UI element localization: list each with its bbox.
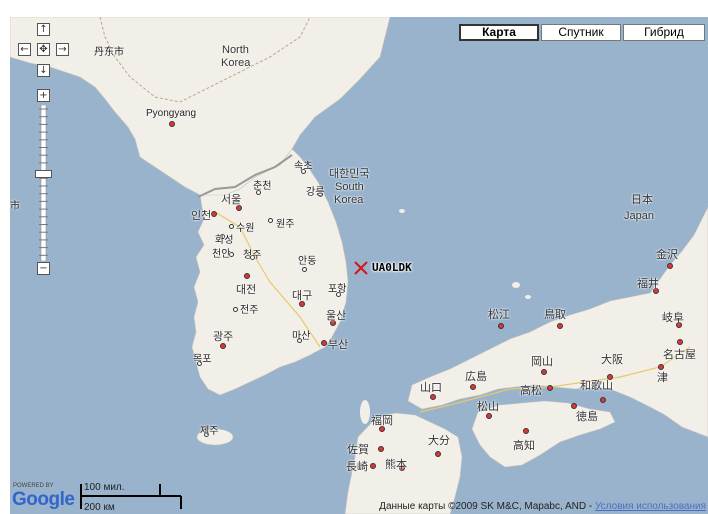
label-jeonju: 전주 [240,305,259,316]
label-matsuyama: 松山 [477,401,499,413]
label-dandong: 丹东市 [94,47,124,58]
city-matsue[interactable] [498,323,504,329]
label-saga: 佐賀 [347,444,369,456]
city-okayama[interactable] [541,369,547,375]
label-nagoya: 名古屋 [663,349,696,361]
map-type-map-button[interactable]: Карта [459,24,539,41]
label-ulsan: 울산 [326,310,347,322]
label-masan: 마산 [292,331,311,342]
label-tsu: 津 [657,372,668,384]
pan-left-button[interactable]: ← [18,43,31,56]
google-logo[interactable]: Google [12,489,75,511]
label-cheonan: 천안 [212,249,231,260]
label-fukuoka: 福岡 [371,415,393,427]
label-gifu: 岐阜 [662,312,684,324]
label-south-korea-1: South [335,181,364,193]
label-busan: 부산 [328,339,349,351]
label-cheongju: 청주 [243,250,262,261]
label-matsue: 松江 [488,309,510,321]
zoom-ticks [39,104,48,262]
city-oita[interactable] [435,451,441,457]
town-jeonju[interactable] [233,307,238,312]
zoom-slider-thumb[interactable] [35,170,52,179]
city-pyongyang[interactable] [169,121,175,127]
zoom-slider-track[interactable] [35,104,52,262]
label-okayama: 岡山 [531,356,553,368]
label-fukui: 福井 [637,278,659,290]
label-yamaguchi: 山口 [420,382,442,394]
label-china-edge: 市 [10,201,20,212]
label-gangneung: 강릉 [306,187,325,198]
land-islet-1 [399,209,405,213]
city-saga[interactable] [378,446,384,452]
pan-down-button[interactable]: ↓ [37,64,50,77]
label-hiroshima: 広島 [465,371,487,383]
pan-right-button[interactable]: → [56,43,69,56]
city-takamatsu[interactable] [547,385,553,391]
label-takamatsu: 高松 [520,385,542,397]
label-japan-native: 日本 [631,194,653,206]
city-kochi[interactable] [523,428,529,434]
label-kanazawa: 金沢 [656,249,678,261]
label-oita: 大分 [428,435,450,447]
label-kumamoto: 熊本 [385,459,407,471]
label-jeju: 제주 [200,426,219,437]
city-nagoya[interactable] [677,339,683,345]
copyright-data: Данные карты ©2009 SK M&C, Mapabc, AND - [379,501,595,512]
pan-up-button[interactable]: ↑ [37,23,50,36]
city-hiroshima[interactable] [470,384,476,390]
city-busan[interactable] [321,340,327,346]
label-south-korea-native: 대한민국 [329,168,370,180]
town-suwon[interactable] [229,224,234,229]
label-daegu: 대구 [292,290,313,302]
label-andong: 안동 [298,256,317,267]
city-wakayama[interactable] [600,397,606,403]
label-incheon: 인천 [191,210,212,222]
zoom-out-button[interactable]: − [37,262,50,275]
label-north-korea-2: Korea [221,57,251,69]
label-kochi: 高知 [513,440,535,452]
city-kanazawa[interactable] [667,263,673,269]
copyright-text: Данные карты ©2009 SK M&C, Mapabc, AND -… [379,501,706,512]
city-tottori[interactable] [557,323,563,329]
map-type-satellite-button[interactable]: Спутник [541,24,621,41]
zoom-in-button[interactable]: + [37,89,50,102]
label-daejeon: 대전 [236,284,257,296]
label-wonju: 원주 [276,219,295,230]
label-north-korea-1: North [222,44,249,56]
label-osaka: 大阪 [601,354,623,366]
label-wakayama: 和歌山 [580,380,613,392]
label-seoul: 서울 [221,194,242,206]
pan-center-button[interactable]: ✥ [37,43,50,56]
land-tsushima [360,400,370,424]
label-south-korea-2: Korea [334,194,364,206]
label-pohang: 포항 [328,284,347,295]
label-japan: Japan [624,210,654,222]
label-mokpo: 목포 [193,354,212,365]
city-nagasaki[interactable] [370,463,376,469]
city-incheon[interactable] [211,211,217,217]
map-type-hybrid-button[interactable]: Гибрид [623,24,705,41]
map-canvas[interactable]: ↑ ← ✥ → ↓ + − Карта Спутник Гибрид North… [10,17,708,514]
terms-link[interactable]: Условия использования [595,501,706,512]
marker-x-icon[interactable] [354,261,368,275]
label-hwaseong: 화성 [215,235,234,246]
city-daejeon[interactable] [244,273,250,279]
town-andong[interactable] [302,267,307,272]
label-tokushima: 徳島 [576,411,598,423]
label-tottori: 鳥取 [544,309,566,321]
town-wonju[interactable] [268,218,273,223]
label-nagasaki: 長崎 [346,461,368,473]
land-islet-3 [525,295,531,299]
label-pyongyang: Pyongyang [146,108,197,119]
label-sokcho: 속초 [294,161,313,172]
land-islet-2 [512,282,520,288]
label-chuncheon: 춘천 [253,181,272,192]
scale-bar [80,484,182,509]
marker-label: UA0LDK [372,261,412,274]
label-suwon: 수원 [236,223,255,234]
label-gwangju: 광주 [213,331,234,343]
